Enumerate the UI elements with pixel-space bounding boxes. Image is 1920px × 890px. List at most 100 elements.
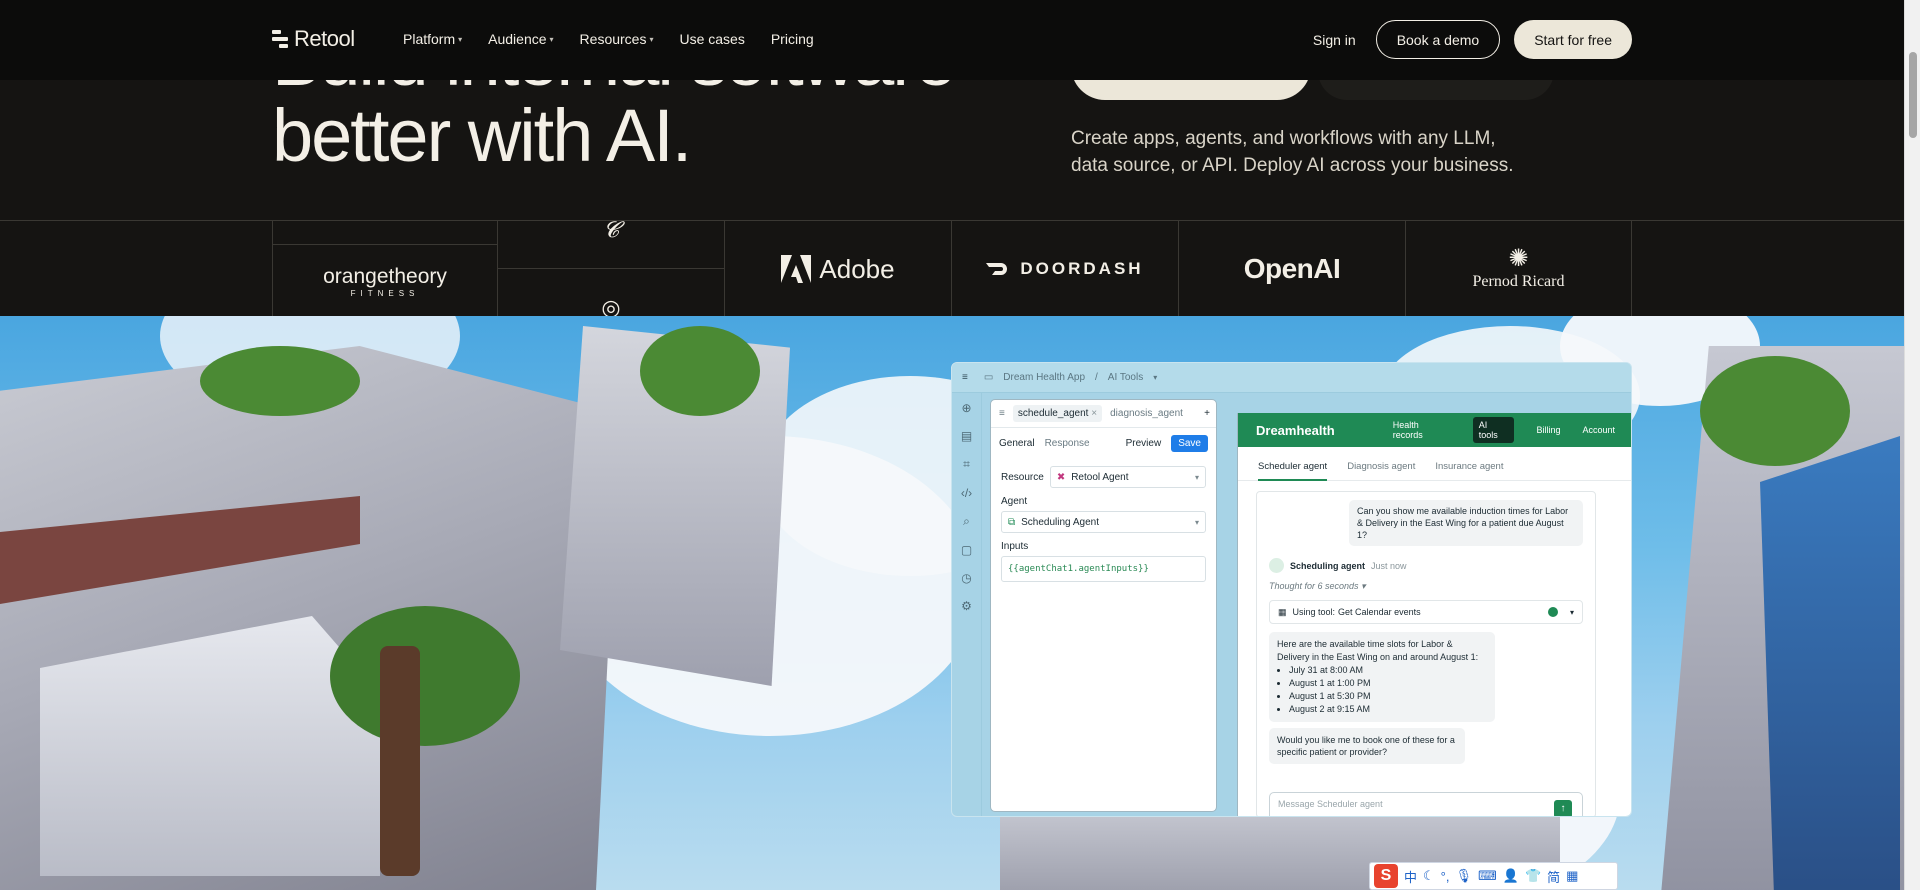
openai-logo: OpenAI	[1179, 221, 1406, 316]
chevron-down-icon: ▾	[1361, 581, 1366, 591]
tab-insurance-agent[interactable]: Insurance agent	[1435, 461, 1503, 480]
partial-logo: 𝓒	[603, 220, 619, 242]
tree	[640, 326, 760, 416]
sign-in-link[interactable]: Sign in	[1313, 32, 1356, 48]
tab-diagnosis-agent[interactable]: diagnosis_agent	[1110, 408, 1183, 419]
brand-name: Retool	[294, 26, 355, 51]
customer-logos: 𝓒 orangetheory FITNESS ◎ Adobe DOORDASH O…	[0, 220, 1904, 316]
app-toolbar: ≡ ▭ Dream Health App / AI Tools ▾	[952, 363, 1631, 393]
page: Build internal software better with AI. …	[0, 0, 1920, 890]
agent-tabs: Scheduler agent Diagnosis agent Insuranc…	[1238, 447, 1631, 481]
agent-icon: ⧉	[1008, 516, 1016, 528]
microphone-icon[interactable]: 🎙	[1455, 868, 1472, 884]
app-sidebar: ⊕ ▤ ⌗ ‹/› ⌕ ▢ ◷ ⚙	[952, 393, 982, 816]
nav-billing[interactable]: Billing	[1536, 425, 1560, 435]
book-demo-button[interactable]: Book a demo	[1375, 20, 1501, 59]
tab-scheduler-agent[interactable]: Scheduler agent	[1258, 461, 1328, 481]
agent-select[interactable]: ⧉ Scheduling Agent ▾	[1001, 511, 1206, 533]
moon-icon[interactable]: ☾	[1423, 868, 1435, 884]
calendar-icon: ▦	[1278, 606, 1287, 617]
logo-cell: 𝓒	[498, 221, 725, 269]
list-item: August 1 at 1:00 PM	[1289, 677, 1487, 690]
breadcrumb-app[interactable]: Dream Health App	[1003, 372, 1085, 383]
inputs-label: Inputs	[1001, 541, 1029, 552]
preview-button[interactable]: Preview	[1126, 438, 1162, 449]
add-tab-icon[interactable]: +	[1204, 408, 1210, 419]
top-nav: Retool Platform ▾ Audience ▾ Resources ▾ Us…	[0, 0, 1904, 80]
gear-icon[interactable]: ⚙	[961, 599, 972, 613]
agent-label: Agent	[1001, 496, 1028, 507]
panel-icon[interactable]: ▭	[984, 372, 993, 383]
check-icon	[1547, 607, 1558, 617]
waterfall	[1760, 436, 1900, 890]
tab-response[interactable]: Response	[1045, 438, 1090, 449]
ime-toolbar: S 中 ☾ °, 🎙 ⌨ 👤 👕 简 ▦	[1369, 862, 1618, 890]
logo-cell: ◎	[498, 269, 725, 316]
tool-call[interactable]: ▦ Using tool: Get Calendar events ▾	[1269, 600, 1583, 624]
send-icon[interactable]: ↑	[1554, 800, 1572, 816]
doordash-icon	[986, 263, 1008, 275]
tab-schedule-agent[interactable]: schedule_agent ×	[1012, 405, 1103, 422]
orangetheory-logo: orangetheory FITNESS	[272, 245, 498, 316]
dreamhealth-logo: Dreamhealth	[1256, 422, 1335, 438]
grid-icon[interactable]: ▦	[1566, 868, 1578, 884]
retool-logo-icon	[272, 30, 288, 48]
save-button[interactable]: Save	[1171, 434, 1208, 452]
page-scrollbar[interactable]	[1904, 0, 1920, 890]
nav-platform[interactable]: Platform ▾	[403, 31, 462, 47]
close-icon[interactable]: ×	[1091, 408, 1097, 419]
nav-health-records[interactable]: Health records	[1393, 420, 1451, 440]
thought-toggle[interactable]: Thought for 6 seconds ▾	[1269, 581, 1583, 592]
components-icon[interactable]: ⌗	[963, 457, 970, 472]
nav-audience[interactable]: Audience ▾	[488, 31, 553, 47]
inputs-field[interactable]: {{agentChat1.agentInputs}}	[1001, 556, 1206, 582]
message-time: Just now	[1371, 560, 1407, 571]
resource-select[interactable]: ✖ Retool Agent ▾	[1049, 466, 1206, 488]
doc-icon[interactable]: ▢	[961, 543, 972, 557]
nav-account[interactable]: Account	[1582, 425, 1615, 435]
app-preview-window: ≡ ▭ Dream Health App / AI Tools ▾ ⊕ ▤ ⌗ …	[951, 362, 1632, 817]
dreamhealth-header: Dreamhealth Health records AI tools Bill…	[1238, 413, 1631, 447]
user-icon[interactable]: 👤	[1503, 868, 1519, 884]
ime-simplified[interactable]: 简	[1547, 867, 1560, 886]
search-icon[interactable]: ⌕	[963, 514, 970, 529]
chevron-down-icon: ▾	[549, 34, 554, 44]
chat-panel: Can you show me available induction time…	[1256, 491, 1596, 816]
add-icon[interactable]: ⊕	[961, 401, 971, 415]
chevron-down-icon: ▾	[1569, 607, 1574, 617]
breadcrumb-page[interactable]: AI Tools	[1108, 372, 1143, 383]
nav-pricing[interactable]: Pricing	[771, 31, 814, 47]
nav-actions: Sign in Book a demo Start for free	[1313, 20, 1632, 59]
nav-resources[interactable]: Resources ▾	[580, 31, 654, 47]
scrollbar-thumb[interactable]	[1909, 52, 1917, 138]
pages-icon[interactable]: ▤	[961, 429, 972, 443]
punctuation-icon[interactable]: °,	[1441, 869, 1450, 884]
dreamhealth-app: Dreamhealth Health records AI tools Bill…	[1237, 413, 1631, 816]
tree-trunk	[380, 646, 420, 876]
code-icon[interactable]: ‹/›	[961, 486, 972, 500]
keyboard-icon[interactable]: ⌨	[1478, 868, 1497, 884]
tab-general[interactable]: General	[999, 438, 1035, 449]
pernod-ricard-logo: ✺ Pernod Ricard	[1406, 221, 1632, 316]
logo-cell	[272, 221, 498, 245]
list-item: August 1 at 5:30 PM	[1289, 690, 1487, 703]
agent-reply: Here are the available time slots for La…	[1269, 632, 1495, 722]
sogou-icon[interactable]: S	[1374, 864, 1398, 888]
history-icon[interactable]: ◷	[961, 571, 971, 585]
hero-subtitle: Create apps, agents, and workflows with …	[1071, 128, 1514, 176]
ime-chinese[interactable]: 中	[1404, 867, 1417, 886]
list-item: July 31 at 8:00 AM	[1289, 664, 1487, 677]
query-panel: ≡ schedule_agent × diagnosis_agent + Gen…	[990, 399, 1217, 812]
menu-icon[interactable]: ≡	[999, 408, 1005, 419]
nav-use-cases[interactable]: Use cases	[679, 31, 744, 47]
message-input[interactable]: Message Scheduler agent ↑	[1269, 792, 1583, 816]
retool-logo[interactable]: Retool	[272, 26, 355, 52]
start-free-button[interactable]: Start for free	[1514, 20, 1632, 59]
retool-agent-icon: ✖	[1056, 471, 1066, 483]
agent-followup: Would you like me to book one of these f…	[1269, 728, 1465, 764]
nav-ai-tools[interactable]: AI tools	[1472, 417, 1515, 443]
shirt-icon[interactable]: 👕	[1525, 868, 1541, 884]
chevron-down-icon: ▾	[458, 34, 463, 44]
tab-diagnosis-agent[interactable]: Diagnosis agent	[1347, 461, 1415, 480]
sun-icon: ✺	[1508, 246, 1529, 272]
